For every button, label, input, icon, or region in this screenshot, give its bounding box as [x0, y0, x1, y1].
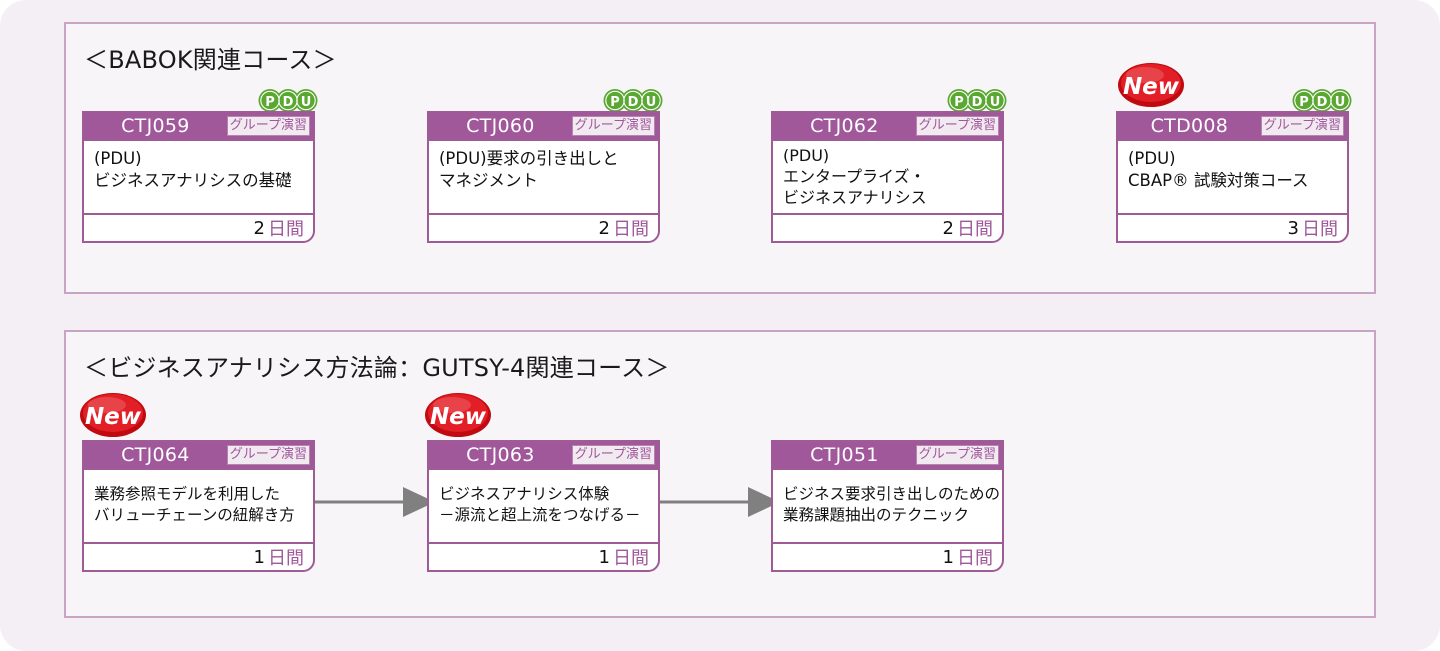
- duration-number: 3: [1287, 217, 1299, 239]
- pdu-badge-icon: P D U: [947, 89, 1007, 112]
- course-duration: 3 日間: [1118, 213, 1347, 241]
- course-title-line: バリューチェーンの紐解き方: [94, 505, 295, 524]
- course-body: (PDU) エンタープライズ・ ビジネスアナリシス: [773, 139, 1002, 213]
- course-title-line: エンタープライズ・: [783, 166, 926, 186]
- duration-unit: 日間: [613, 219, 649, 240]
- svg-text:D: D: [628, 95, 639, 110]
- card-header: CTJ064 グループ演習: [84, 442, 313, 468]
- course-card[interactable]: CTJ060 グループ演習 (PDU)要求の引き出しと マネジメント 2 日間: [427, 111, 660, 243]
- course-title-line: マネジメント: [439, 171, 538, 191]
- course-card[interactable]: CTJ051 グループ演習 ビジネス要求引き出しのための 業務課題抽出のテクニッ…: [771, 440, 1004, 572]
- course-title-line: (PDU): [783, 146, 830, 165]
- course-card[interactable]: CTJ064 グループ演習 業務参照モデルを利用した バリューチェーンの紐解き方…: [82, 440, 315, 572]
- course-title-line: (PDU): [1128, 149, 1176, 168]
- pdu-badge-icon: P D U: [258, 89, 318, 112]
- course-title-line: 業務課題抽出のテクニック: [783, 505, 970, 524]
- course-body: ビジネスアナリシス体験 －源流と超上流をつなげる－: [429, 468, 658, 542]
- diagram-canvas: ＜BABOK関連コース＞ P D U P D U P D U P D U New…: [0, 0, 1440, 651]
- svg-text:D: D: [1317, 95, 1328, 110]
- duration-unit: 日間: [957, 219, 993, 240]
- course-duration: 1 日間: [429, 542, 658, 570]
- course-title-line: ビジネス要求引き出しのための: [783, 485, 1001, 503]
- svg-text:U: U: [646, 95, 657, 110]
- duration-number: 1: [942, 546, 954, 568]
- new-badge-icon: New: [1118, 63, 1184, 107]
- course-tag: グループ演習: [1260, 116, 1344, 136]
- course-tag: グループ演習: [915, 445, 999, 465]
- course-tag: グループ演習: [915, 116, 999, 136]
- card-header: CTD008 グループ演習: [1118, 113, 1347, 139]
- course-duration: 2 日間: [84, 213, 313, 241]
- course-title-line: ビジネスアナリシスの基礎: [94, 171, 292, 191]
- flow-arrow-icon: [660, 487, 780, 517]
- course-tag: グループ演習: [226, 116, 310, 136]
- duration-unit: 日間: [613, 548, 649, 569]
- course-code: CTJ060: [466, 115, 535, 137]
- course-title-line: ビジネスアナリシス: [783, 187, 927, 207]
- duration-number: 2: [598, 217, 610, 239]
- card-header: CTJ059 グループ演習: [84, 113, 313, 139]
- course-code: CTJ063: [466, 444, 535, 466]
- course-code: CTJ059: [121, 115, 190, 137]
- duration-unit: 日間: [268, 219, 304, 240]
- course-code: CTD008: [1150, 115, 1229, 137]
- duration-number: 2: [942, 217, 954, 239]
- svg-text:D: D: [972, 95, 983, 110]
- course-card[interactable]: CTJ059 グループ演習 (PDU) ビジネスアナリシスの基礎 2 日間: [82, 111, 315, 243]
- duration-number: 1: [598, 546, 610, 568]
- svg-text:U: U: [1335, 95, 1346, 110]
- course-body: (PDU)要求の引き出しと マネジメント: [429, 139, 658, 213]
- section-title-babok: ＜BABOK関連コース＞: [84, 46, 337, 74]
- course-body: ビジネス要求引き出しのための 業務課題抽出のテクニック: [773, 468, 1002, 542]
- course-title-line: ビジネスアナリシス体験: [439, 485, 610, 503]
- course-card[interactable]: CTD008 グループ演習 (PDU) CBAP® 試験対策コース 3 日間: [1116, 111, 1349, 243]
- course-title-line: 業務参照モデルを利用した: [94, 485, 281, 503]
- duration-number: 2: [253, 217, 265, 239]
- course-card[interactable]: CTJ062 グループ演習 (PDU) エンタープライズ・ ビジネスアナリシス …: [771, 111, 1004, 243]
- course-title-line: CBAP® 試験対策コース: [1128, 171, 1309, 191]
- duration-unit: 日間: [957, 548, 993, 569]
- course-body: 業務参照モデルを利用した バリューチェーンの紐解き方: [84, 468, 313, 542]
- course-duration: 2 日間: [773, 213, 1002, 241]
- svg-text:P: P: [265, 95, 275, 110]
- course-title-line: (PDU): [94, 149, 142, 168]
- svg-text:U: U: [990, 95, 1001, 110]
- duration-unit: 日間: [268, 548, 304, 569]
- duration-unit: 日間: [1302, 219, 1338, 240]
- svg-text:D: D: [283, 95, 294, 110]
- card-header: CTJ063 グループ演習: [429, 442, 658, 468]
- duration-number: 1: [253, 546, 265, 568]
- card-header: CTJ062 グループ演習: [773, 113, 1002, 139]
- course-code: CTJ064: [121, 444, 190, 466]
- course-tag: グループ演習: [571, 445, 655, 465]
- course-code: CTJ062: [810, 115, 879, 137]
- course-duration: 2 日間: [429, 213, 658, 241]
- card-header: CTJ051 グループ演習: [773, 442, 1002, 468]
- course-tag: グループ演習: [571, 116, 655, 136]
- svg-text:P: P: [610, 95, 620, 110]
- new-badge-icon: New: [80, 393, 146, 437]
- course-card[interactable]: CTJ063 グループ演習 ビジネスアナリシス体験 －源流と超上流をつなげる－ …: [427, 440, 660, 572]
- course-title-line: (PDU)要求の引き出しと: [439, 149, 619, 168]
- svg-text:New: New: [1123, 74, 1180, 100]
- card-header: CTJ060 グループ演習: [429, 113, 658, 139]
- pdu-badge-icon: P D U: [1292, 89, 1352, 112]
- course-body: (PDU) ビジネスアナリシスの基礎: [84, 139, 313, 213]
- svg-text:P: P: [1299, 95, 1309, 110]
- course-tag: グループ演習: [226, 445, 310, 465]
- svg-text:New: New: [85, 404, 142, 430]
- course-duration: 1 日間: [84, 542, 313, 570]
- svg-text:U: U: [301, 95, 312, 110]
- course-duration: 1 日間: [773, 542, 1002, 570]
- flow-arrow-icon: [315, 487, 435, 517]
- svg-text:P: P: [954, 95, 964, 110]
- course-code: CTJ051: [810, 444, 879, 466]
- course-title-line: －源流と超上流をつなげる－: [439, 505, 641, 524]
- section-title-gutsy: ＜ビジネスアナリシス方法論：GUTSY-4関連コース＞: [84, 354, 670, 382]
- svg-text:New: New: [430, 404, 487, 430]
- new-badge-icon: New: [425, 393, 491, 437]
- course-body: (PDU) CBAP® 試験対策コース: [1118, 139, 1347, 213]
- pdu-badge-icon: P D U: [603, 89, 663, 112]
